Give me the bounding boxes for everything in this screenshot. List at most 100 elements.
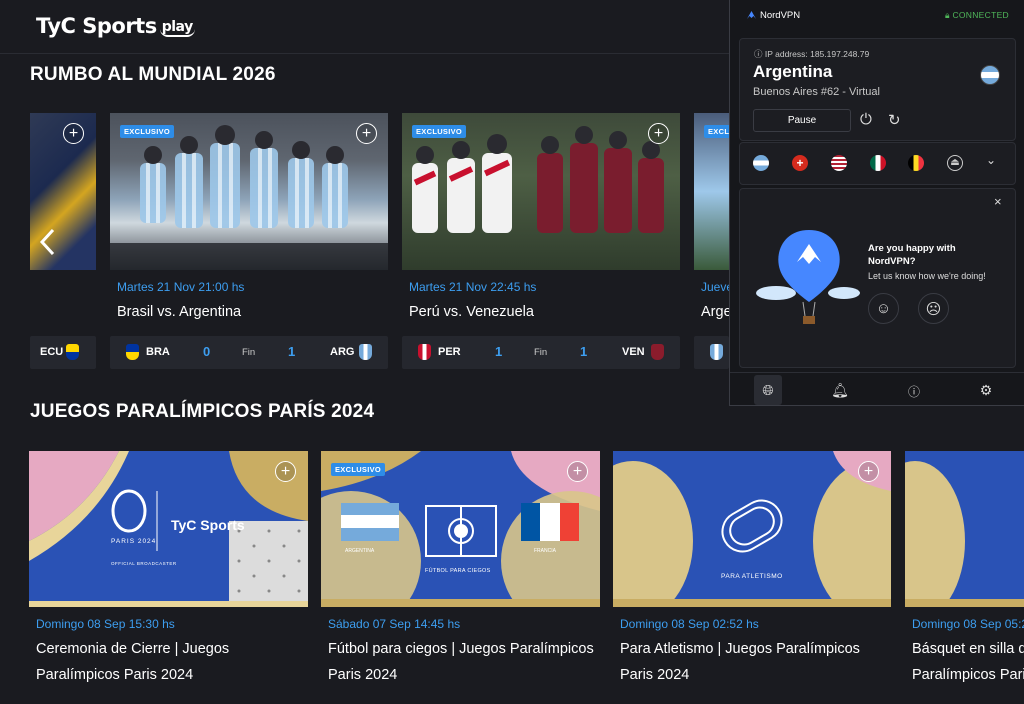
gear-icon[interactable]: ⚙	[976, 382, 996, 399]
tyc-sports-logo[interactable]: TyC Sports play	[36, 14, 195, 38]
video-card-basquet[interactable]	[905, 451, 1024, 607]
match-date: Martes 21 Nov 22:45 hs	[409, 280, 537, 294]
match-title[interactable]: Brasil vs. Argentina	[117, 299, 241, 325]
vpn-brand: NordVPN	[760, 10, 801, 21]
away-team: ARG	[330, 346, 355, 358]
happy-face-button[interactable]: ☺	[868, 293, 899, 324]
video-title-line1[interactable]: Básquet en silla de	[912, 636, 1024, 662]
match-card-bra-arg[interactable]: EXCLUSIVO +	[110, 113, 388, 270]
video-date: Domingo 08 Sep 05:20	[912, 617, 1024, 631]
section-title-mundial: RUMBO AL MUNDIAL 2026	[30, 64, 276, 85]
argentina-flag-icon	[980, 65, 1000, 85]
scoreboard	[694, 336, 729, 369]
ip-address: ⓘ IP address: 185.197.248.79	[754, 48, 869, 60]
ecu-shield-icon	[66, 344, 79, 360]
chevron-down-icon[interactable]: ⌄	[986, 153, 996, 167]
video-title-line1[interactable]: Para Atletismo | Juegos Paralímpicos	[620, 636, 860, 662]
exclusive-badge: EXCLUSIVO	[331, 463, 386, 476]
home-team: ECU	[40, 346, 64, 358]
arg-shield-icon	[359, 344, 372, 360]
vpn-server: Buenos Aires #62 - Virtual	[753, 86, 880, 98]
add-to-list-button[interactable]: +	[648, 123, 669, 144]
logo-text: TyC Sports	[36, 14, 157, 38]
video-card-atletismo[interactable]: PARA ATLETISMO +	[613, 451, 891, 607]
bra-shield-icon	[126, 344, 139, 360]
thumb-team-left: ARGENTINA	[345, 548, 375, 554]
match-date: Martes 21 Nov 21:00 hs	[117, 280, 245, 294]
vpn-bottom-nav: 🌐︎ 🔔︎ ⓘ ⚙	[730, 372, 1024, 406]
add-to-list-button[interactable]: +	[356, 123, 377, 144]
ven-shield-icon	[651, 344, 664, 360]
match-card-per-ven[interactable]: EXCLUSIVO +	[402, 113, 680, 270]
mexico-flag-icon[interactable]	[870, 155, 886, 171]
match-card-partial-right[interactable]: EXCLU	[694, 113, 739, 270]
nordvpn-logo-icon	[747, 11, 756, 19]
specialty-server-icon[interactable]: ⏏	[947, 155, 963, 171]
nordvpn-popup: NordVPN 🔒︎ CONNECTED ⓘ IP address: 185.1…	[729, 0, 1024, 406]
match-title[interactable]: Arge	[701, 299, 729, 325]
scoreboard: PER 1 Fin 1 VEN	[402, 336, 680, 369]
add-to-list-button[interactable]: +	[567, 461, 588, 482]
video-card-ceremonia[interactable]: TyC Sports PARIS 2024 OFFICIAL BROADCAST…	[29, 451, 308, 607]
home-score: 1	[495, 344, 503, 359]
belgium-flag-icon[interactable]	[908, 155, 924, 171]
para-atletismo-artwork	[613, 451, 891, 607]
thumb-event-text: PARIS 2024	[111, 538, 157, 545]
vpn-status: 🔒︎ CONNECTED	[945, 10, 1009, 21]
power-icon[interactable]: ⏻	[860, 111, 872, 128]
per-shield-icon	[418, 344, 431, 360]
sad-face-button[interactable]: ☹	[918, 293, 949, 324]
carousel-prev-button[interactable]	[32, 224, 62, 260]
thumb-sport-text: FÚTBOL PARA CIEGOS	[425, 568, 491, 574]
lock-icon: 🔒︎	[944, 10, 950, 20]
video-date: Domingo 08 Sep 15:30 hs	[36, 617, 175, 631]
logo-play: play	[159, 19, 195, 37]
exclusive-badge: EXCLUSIVO	[412, 125, 467, 138]
bell-icon[interactable]: 🔔︎	[830, 382, 850, 399]
pause-button[interactable]: Pause	[753, 109, 851, 132]
basquet-artwork	[905, 451, 1024, 607]
help-icon[interactable]: ⓘ	[904, 383, 924, 400]
arg-shield-icon	[710, 344, 723, 360]
chevron-left-icon	[39, 228, 55, 256]
vpn-header: NordVPN 🔒︎ CONNECTED	[730, 0, 1024, 30]
video-title-line2[interactable]: Paralímpicos Paris	[912, 662, 1024, 688]
video-thumbnail	[29, 451, 308, 607]
close-icon[interactable]: ×	[994, 194, 1002, 209]
add-to-list-button[interactable]: +	[858, 461, 879, 482]
home-score: 0	[203, 344, 211, 359]
home-team: PER	[438, 346, 461, 358]
ip-text: IP address: 185.197.248.79	[764, 49, 870, 59]
switzerland-flag-icon[interactable]: +	[792, 155, 808, 171]
add-to-list-button[interactable]: +	[275, 461, 296, 482]
scoreboard: ECU	[30, 336, 96, 369]
thumb-brand-text: TyC Sports	[171, 517, 245, 533]
video-title-line2[interactable]: Paris 2024	[620, 662, 689, 688]
video-date: Sábado 07 Sep 14:45 hs	[328, 617, 461, 631]
vpn-country: Argentina	[753, 62, 833, 81]
match-title[interactable]: Perú vs. Venezuela	[409, 299, 534, 325]
away-score: 1	[288, 344, 296, 359]
exclusive-badge: EXCLUSIVO	[120, 125, 175, 138]
reconnect-icon[interactable]: ↻	[888, 111, 901, 129]
globe-icon[interactable]: 🌐︎	[758, 382, 778, 399]
scoreboard: BRA 0 Fin 1 ARG	[110, 336, 388, 369]
video-title-line1[interactable]: Ceremonia de Cierre | Juegos	[36, 636, 229, 662]
argentina-flag-icon[interactable]	[753, 155, 769, 171]
usa-flag-icon[interactable]	[831, 155, 847, 171]
video-thumbnail	[613, 451, 891, 607]
video-title-line2[interactable]: Paralímpicos Paris 2024	[36, 662, 193, 688]
video-date: Domingo 08 Sep 02:52 hs	[620, 617, 759, 631]
feedback-subtext: Let us know how we're doing!	[868, 271, 986, 281]
info-icon: ⓘ	[754, 49, 763, 59]
video-card-futbol-ciegos[interactable]: EXCLUSIVO ARGENTINA FRANCIA FÚTBOL PARA …	[321, 451, 600, 607]
paris-2024-artwork	[29, 451, 308, 607]
video-thumbnail	[905, 451, 1024, 607]
video-title-line2[interactable]: Paris 2024	[328, 662, 397, 688]
add-to-list-button[interactable]: +	[63, 123, 84, 144]
video-title-line1[interactable]: Fútbol para ciegos | Juegos Paralímpicos	[328, 636, 594, 662]
away-score: 1	[580, 344, 588, 359]
thumb-sport-text: PARA ATLETISMO	[721, 573, 783, 580]
vpn-status-text: CONNECTED	[952, 10, 1009, 20]
balloon-illustration	[756, 230, 860, 324]
